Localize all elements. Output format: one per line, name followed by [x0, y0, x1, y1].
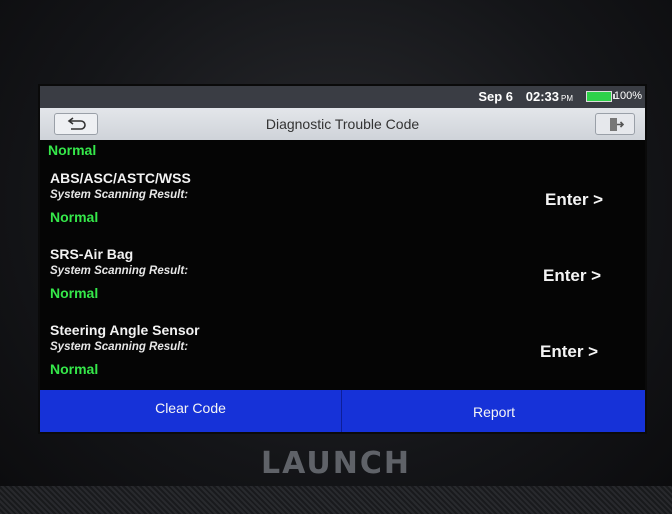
exit-icon	[610, 118, 624, 131]
brand-logo: LAUNCH	[260, 446, 411, 481]
page-title: Diagnostic Trouble Code	[265, 116, 420, 132]
report-button[interactable]: Report	[343, 390, 645, 432]
system-name: ABS/ASC/ASTC/WSS	[50, 170, 191, 186]
previous-system-status: Normal	[48, 142, 97, 158]
device-screen: Sep 6 02:33 PM 100% Diagnostic Trouble Co…	[40, 86, 645, 432]
system-scan-label: System Scanning Result:	[50, 189, 189, 201]
status-ampm: PM	[561, 94, 573, 103]
status-date: Sep 6	[478, 89, 513, 104]
system-name: Steering Angle Sensor	[50, 322, 200, 338]
system-status: Normal	[50, 361, 99, 377]
system-name: SRS-Air Bag	[50, 246, 134, 262]
battery-icon	[586, 91, 615, 102]
system-row-abs: ABS/ASC/ASTC/WSS System Scanning Result:…	[40, 170, 645, 244]
status-time: 02:33 PM	[526, 89, 573, 104]
enter-button-steering[interactable]: Enter >	[540, 342, 598, 362]
system-row-srs: SRS-Air Bag System Scanning Result: Norm…	[40, 246, 645, 320]
exit-button[interactable]	[595, 113, 635, 135]
enter-button-abs[interactable]: Enter >	[545, 190, 603, 210]
system-status: Normal	[50, 209, 99, 225]
system-scan-label: System Scanning Result:	[50, 341, 189, 353]
system-row-steering: Steering Angle Sensor System Scanning Re…	[40, 322, 645, 396]
enter-button-srs[interactable]: Enter >	[543, 266, 601, 286]
system-status: Normal	[50, 285, 99, 301]
clear-code-button[interactable]: Clear Code	[40, 390, 342, 432]
status-time-value: 02:33	[525, 89, 559, 104]
speaker-grille	[0, 486, 672, 514]
status-bar: Sep 6 02:33 PM 100%	[40, 86, 645, 108]
action-bar: Clear Code Report	[40, 390, 645, 432]
system-list: Normal ABS/ASC/ASTC/WSS System Scanning …	[40, 140, 645, 390]
system-scan-label: System Scanning Result:	[50, 265, 189, 277]
title-bar: Diagnostic Trouble Code	[40, 108, 645, 140]
battery-level: 100%	[613, 90, 642, 102]
